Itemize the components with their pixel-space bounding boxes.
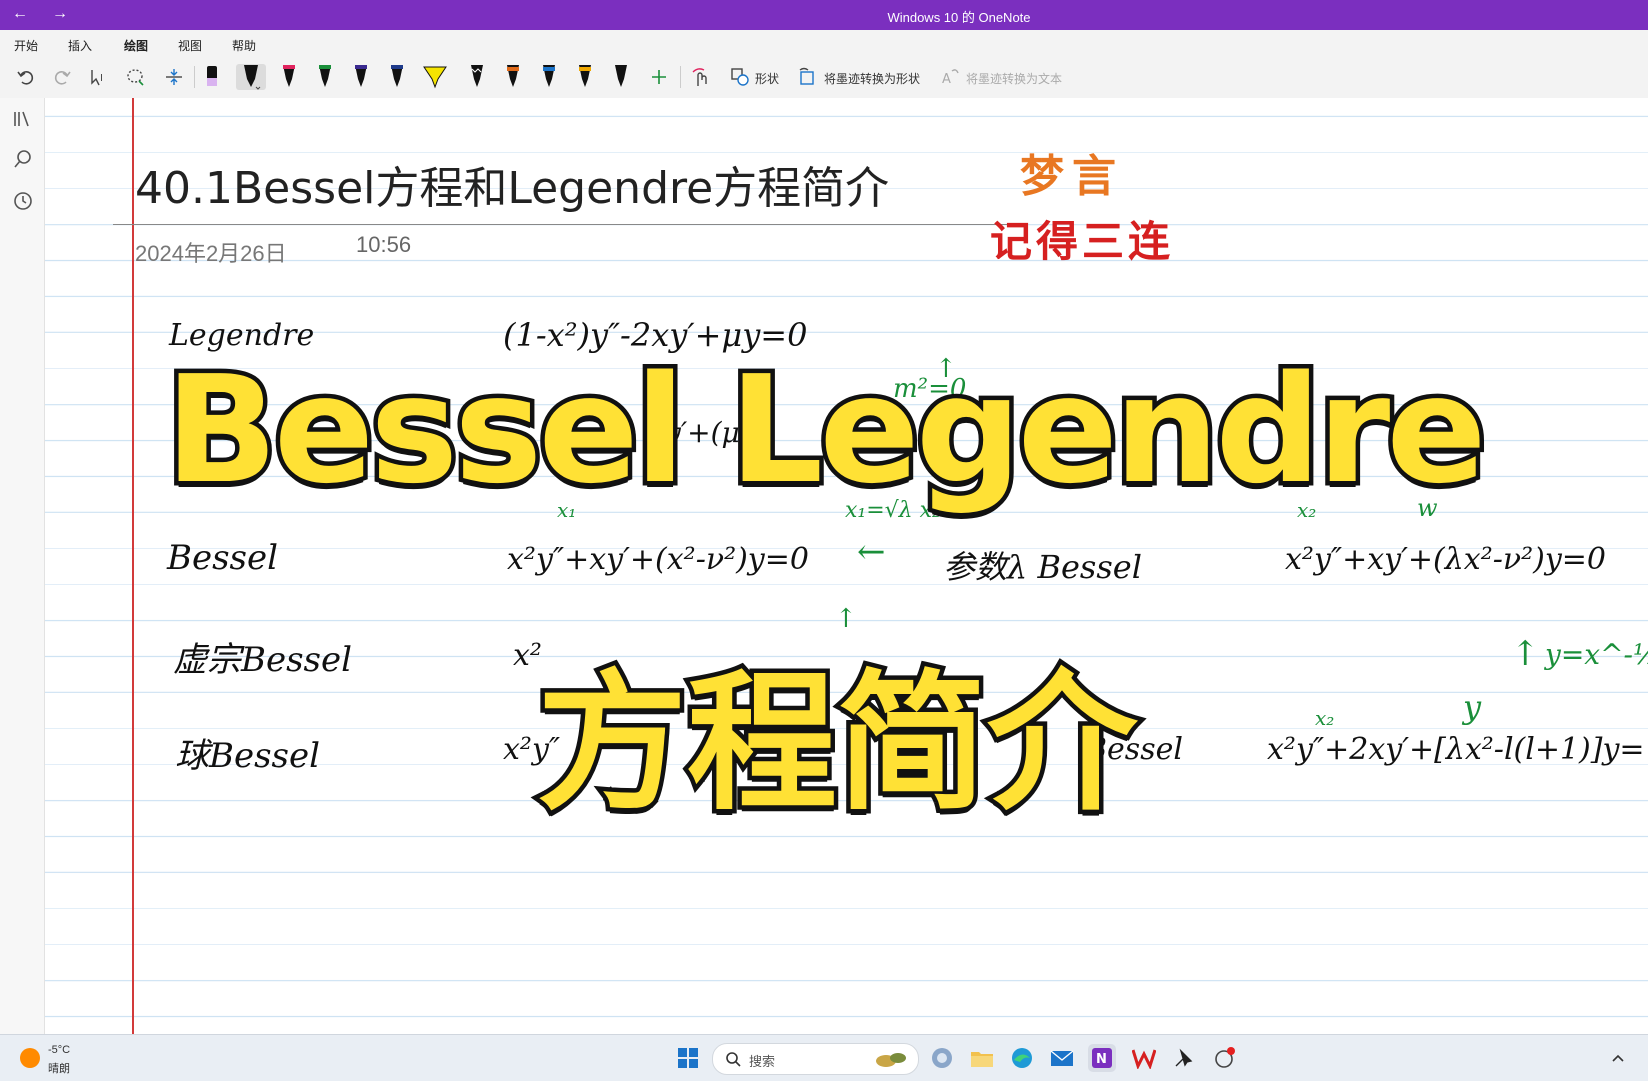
pen-selected-icon[interactable] <box>236 64 266 90</box>
page-margin-line <box>132 98 134 1034</box>
svg-text:A: A <box>942 72 951 87</box>
note-page[interactable]: 40.1Bessel方程和Legendre方程简介 2024年2月26日 10:… <box>45 98 1648 1034</box>
page-title[interactable]: 40.1Bessel方程和Legendre方程简介 <box>135 152 889 216</box>
edge-icon[interactable] <box>1008 1044 1036 1072</box>
window-title: Windows 10 的 OneNote <box>887 10 1031 25</box>
search-icon <box>726 1052 741 1067</box>
note-param-bessel-equation: x²y″+xy′+(λx²-ν²)y=0 <box>1285 542 1606 577</box>
app-pin-icon[interactable] <box>1170 1044 1198 1072</box>
pen-navy-icon[interactable] <box>386 64 408 90</box>
ink-to-text-label: 将墨迹转换为文本 <box>966 72 1063 86</box>
undo-icon[interactable] <box>14 64 38 90</box>
pen-gold-icon[interactable] <box>574 64 596 90</box>
highlighter-yellow-icon[interactable] <box>420 64 450 90</box>
onenote-icon[interactable]: N <box>1088 1044 1116 1072</box>
navigation-rail <box>0 98 45 1034</box>
note-modified-bessel-label: 虚宗Bessel <box>173 640 352 680</box>
title-divider <box>113 224 1013 225</box>
tab-view[interactable]: 视图 <box>178 37 202 54</box>
tab-home[interactable]: 开始 <box>14 37 38 54</box>
touch-draw-icon[interactable] <box>688 64 714 90</box>
overlay-subheading: 方程简介 <box>532 653 1141 836</box>
taskbar: -5°C 晴朗 搜索 N <box>0 1034 1648 1081</box>
shapes-icon[interactable] <box>728 64 752 90</box>
notebooks-icon[interactable] <box>12 108 34 130</box>
note-param-bessel-label: 参数λ Bessel <box>943 548 1142 586</box>
eraser-icon[interactable] <box>202 64 222 90</box>
note-spherical-bessel-label: 球Bessel <box>175 736 320 776</box>
title-bar: ← → Windows 10 的 OneNote <box>0 0 1648 30</box>
pen-pink-icon[interactable] <box>278 64 300 90</box>
mail-icon[interactable] <box>1048 1044 1076 1072</box>
pen-black-icon[interactable] <box>610 64 632 90</box>
search-placeholder: 搜索 <box>749 1054 776 1069</box>
taskbar-search[interactable]: 搜索 <box>712 1043 919 1075</box>
overlay-heading: Bessel Legendre <box>161 340 1492 521</box>
note-spherical-bessel-right-equation: x²y″+2xy′+[λx²-l(l+1)]y= <box>1267 732 1645 767</box>
note-arrow: ← <box>857 532 886 572</box>
search-highlight-icon <box>876 1053 906 1067</box>
pen-orange-icon[interactable] <box>502 64 524 90</box>
toolbar-divider <box>194 66 195 88</box>
ink-to-shape-icon[interactable] <box>796 64 820 90</box>
note-green-y: y <box>1463 688 1482 726</box>
pen-green-icon[interactable] <box>314 64 336 90</box>
pen-blue-icon[interactable] <box>538 64 560 90</box>
note-bessel-label: Bessel <box>167 538 278 578</box>
svg-text:N: N <box>1096 1052 1107 1067</box>
weather-sun-icon[interactable] <box>20 1048 40 1068</box>
pen-purple-icon[interactable] <box>350 64 372 90</box>
search-icon[interactable] <box>12 148 34 170</box>
page-time: 10:56 <box>356 232 412 257</box>
chevron-up-icon[interactable] <box>1604 1044 1632 1072</box>
redo-icon[interactable] <box>50 64 74 90</box>
draw-toolbar: I 形状 将墨迹转换为形状 A 将墨迹转换为文本 <box>0 56 1648 99</box>
type-select-icon[interactable]: I <box>88 64 112 90</box>
note-green-up-arrow: ↑ <box>1511 634 1540 674</box>
note-green-y-transform: y=x^-½ u <box>1545 638 1648 671</box>
reminder-stamp: 记得三连 <box>990 217 1175 266</box>
weather-temperature[interactable]: -5°C <box>48 1044 70 1056</box>
wps-icon[interactable] <box>1130 1044 1158 1072</box>
weather-condition[interactable]: 晴朗 <box>48 1060 70 1076</box>
page-date: 2024年2月26日 <box>135 241 287 266</box>
start-icon[interactable] <box>674 1044 702 1072</box>
shapes-label[interactable]: 形状 <box>755 70 779 87</box>
file-explorer-icon[interactable] <box>968 1044 996 1072</box>
lasso-select-icon[interactable] <box>124 64 148 90</box>
svg-text:I: I <box>100 73 103 84</box>
app-circle-icon[interactable] <box>1210 1044 1238 1072</box>
toolbar-divider <box>680 66 681 88</box>
add-pen-icon[interactable] <box>648 64 670 90</box>
author-stamp: 梦言 <box>1020 151 1124 202</box>
tab-insert[interactable]: 插入 <box>68 37 92 54</box>
pen-pattern-icon[interactable] <box>466 64 488 90</box>
insert-space-icon[interactable] <box>162 64 186 90</box>
menu-bar: 开始 插入 绘图 视图 帮助 <box>0 30 1648 58</box>
ink-to-text-icon[interactable]: A <box>938 64 962 90</box>
ink-to-shape-label[interactable]: 将墨迹转换为形状 <box>824 70 920 87</box>
tab-help[interactable]: 帮助 <box>232 37 256 54</box>
note-green-x2b: x₂ <box>1315 706 1335 730</box>
widgets-icon[interactable] <box>928 1044 956 1072</box>
recent-icon[interactable] <box>12 190 34 212</box>
note-bessel-equation: x²y″+xy′+(x²-ν²)y=0 <box>507 542 809 577</box>
tab-draw[interactable]: 绘图 <box>124 37 149 58</box>
